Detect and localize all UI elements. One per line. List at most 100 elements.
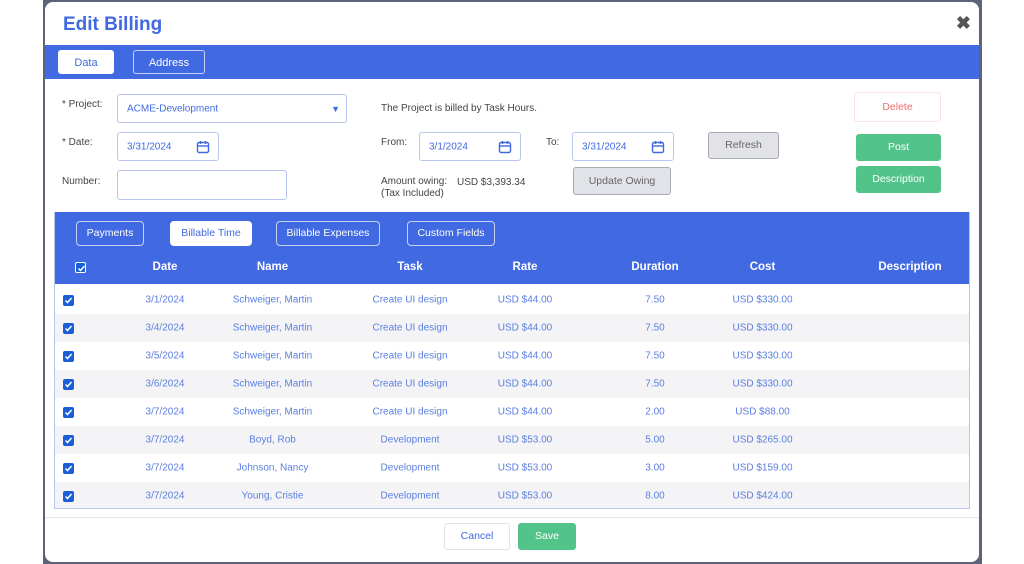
description-button[interactable]: Description <box>856 166 941 193</box>
cell-date: 3/1/2024 <box>145 294 185 306</box>
cell-duration: 3.00 <box>645 462 665 474</box>
to-date-value: 3/31/2024 <box>582 141 627 152</box>
column-header-date[interactable]: Date <box>140 261 190 273</box>
cell-date: 3/7/2024 <box>145 434 185 446</box>
cell-duration: 8.00 <box>645 490 665 502</box>
tab-data[interactable]: Data <box>58 50 114 74</box>
to-label: To: <box>546 137 560 148</box>
row-checkbox[interactable] <box>63 295 74 306</box>
row-checkbox[interactable] <box>63 323 74 334</box>
table-row[interactable]: 3/7/2024 Young, Cristie Development USD $53… <box>55 482 969 508</box>
calendar-icon[interactable] <box>196 140 210 154</box>
row-checkbox[interactable] <box>63 463 74 474</box>
amount-owing-value: USD $3,393.34 <box>457 177 526 188</box>
cell-rate: USD $44.00 <box>497 322 553 334</box>
cell-duration: 7.50 <box>645 294 665 306</box>
delete-button[interactable]: Delete <box>854 92 941 122</box>
column-header-task[interactable]: Task <box>375 261 445 273</box>
table-row[interactable]: 3/7/2024 Johnson, Nancy Development USD $53… <box>55 454 969 482</box>
checkmark-icon <box>64 493 73 500</box>
cell-task: Create UI design <box>372 378 448 390</box>
subtab-billable-expenses[interactable]: Billable Expenses <box>276 221 380 246</box>
checkmark-icon <box>64 465 73 472</box>
cell-rate: USD $44.00 <box>497 350 553 362</box>
row-checkbox[interactable] <box>63 379 74 390</box>
to-date-field[interactable]: 3/31/2024 <box>572 132 674 161</box>
table-row[interactable]: 3/4/2024 Schweiger, Martin Create UI desig… <box>55 314 969 342</box>
grid-header: Payments Billable Time Billable Expenses… <box>55 212 969 284</box>
project-select[interactable]: ACME-Development ▼ <box>117 94 347 123</box>
select-all-checkbox[interactable] <box>75 262 86 273</box>
cell-name: Boyd, Rob <box>249 434 296 446</box>
number-input[interactable] <box>117 170 287 200</box>
cell-cost: USD $330.00 <box>732 322 793 334</box>
cell-name: Schweiger, Martin <box>232 322 313 334</box>
subtab-custom-fields[interactable]: Custom Fields <box>407 221 495 246</box>
cell-cost: USD $265.00 <box>732 434 793 446</box>
cell-rate: USD $44.00 <box>497 406 553 418</box>
footer-divider <box>45 517 979 518</box>
row-checkbox[interactable] <box>63 407 74 418</box>
number-label: Number: <box>62 176 101 187</box>
cell-date: 3/7/2024 <box>145 406 185 418</box>
project-label: * Project: <box>62 99 103 110</box>
checkmark-icon <box>64 437 73 444</box>
table-row[interactable]: 3/7/2024 Schweiger, Martin Create UI desig… <box>55 398 969 426</box>
close-icon[interactable]: ✖ <box>956 14 971 32</box>
cell-rate: USD $53.00 <box>497 490 553 502</box>
billable-time-grid: Payments Billable Time Billable Expenses… <box>54 212 970 509</box>
table-row[interactable]: 3/6/2024 Schweiger, Martin Create UI desig… <box>55 370 969 398</box>
column-header-duration[interactable]: Duration <box>620 261 690 273</box>
tab-address[interactable]: Address <box>133 50 205 74</box>
cell-name: Schweiger, Martin <box>232 294 313 306</box>
amount-owing-label: Amount owing: (Tax Included) <box>381 176 447 200</box>
cell-name: Schweiger, Martin <box>232 350 313 362</box>
cell-date: 3/6/2024 <box>145 378 185 390</box>
checkmark-icon <box>64 325 73 332</box>
table-row[interactable]: 3/5/2024 Schweiger, Martin Create UI desig… <box>55 342 969 370</box>
calendar-icon[interactable] <box>498 140 512 154</box>
table-row[interactable]: 3/7/2024 Boyd, Rob Development USD $53.00 5.… <box>55 426 969 454</box>
column-header-name[interactable]: Name <box>235 261 310 273</box>
cell-duration: 5.00 <box>645 434 665 446</box>
refresh-button[interactable]: Refresh <box>708 132 779 159</box>
project-value: ACME-Development <box>127 103 219 114</box>
top-tab-bar: Data Address <box>45 45 979 79</box>
row-checkbox[interactable] <box>63 435 74 446</box>
column-header-rate[interactable]: Rate <box>495 261 555 273</box>
cell-rate: USD $44.00 <box>497 378 553 390</box>
row-checkbox[interactable] <box>63 491 74 502</box>
cell-rate: USD $53.00 <box>497 462 553 474</box>
update-owing-button[interactable]: Update Owing <box>573 167 671 195</box>
cancel-button[interactable]: Cancel <box>444 523 510 550</box>
cell-duration: 2.00 <box>645 406 665 418</box>
subtab-billable-time[interactable]: Billable Time <box>170 221 252 246</box>
cell-name: Schweiger, Martin <box>232 406 313 418</box>
cell-cost: USD $159.00 <box>732 462 793 474</box>
cell-duration: 7.50 <box>645 378 665 390</box>
post-button[interactable]: Post <box>856 134 941 161</box>
calendar-icon[interactable] <box>651 140 665 154</box>
column-header-description[interactable]: Description <box>870 261 950 273</box>
cell-date: 3/7/2024 <box>145 462 185 474</box>
cell-name: Schweiger, Martin <box>232 378 313 390</box>
date-value: 3/31/2024 <box>127 141 172 152</box>
from-date-field[interactable]: 3/1/2024 <box>419 132 521 161</box>
table-row[interactable]: 3/1/2024 Schweiger, Martin Create UI desig… <box>55 286 969 314</box>
cell-cost: USD $88.00 <box>735 406 790 418</box>
save-button[interactable]: Save <box>518 523 576 550</box>
subtab-payments[interactable]: Payments <box>76 221 144 246</box>
cell-cost: USD $330.00 <box>732 294 793 306</box>
cell-task: Create UI design <box>372 406 448 418</box>
dialog-title: Edit Billing <box>63 14 163 35</box>
cell-task: Development <box>380 434 440 446</box>
date-field[interactable]: 3/31/2024 <box>117 132 219 161</box>
cell-task: Development <box>380 490 440 502</box>
checkmark-icon <box>77 265 86 272</box>
cell-date: 3/5/2024 <box>145 350 185 362</box>
checkmark-icon <box>64 381 73 388</box>
cell-task: Create UI design <box>372 294 448 306</box>
edit-billing-dialog: Edit Billing ✖ Data Address * Project: A… <box>45 2 979 562</box>
row-checkbox[interactable] <box>63 351 74 362</box>
column-header-cost[interactable]: Cost <box>735 261 790 273</box>
